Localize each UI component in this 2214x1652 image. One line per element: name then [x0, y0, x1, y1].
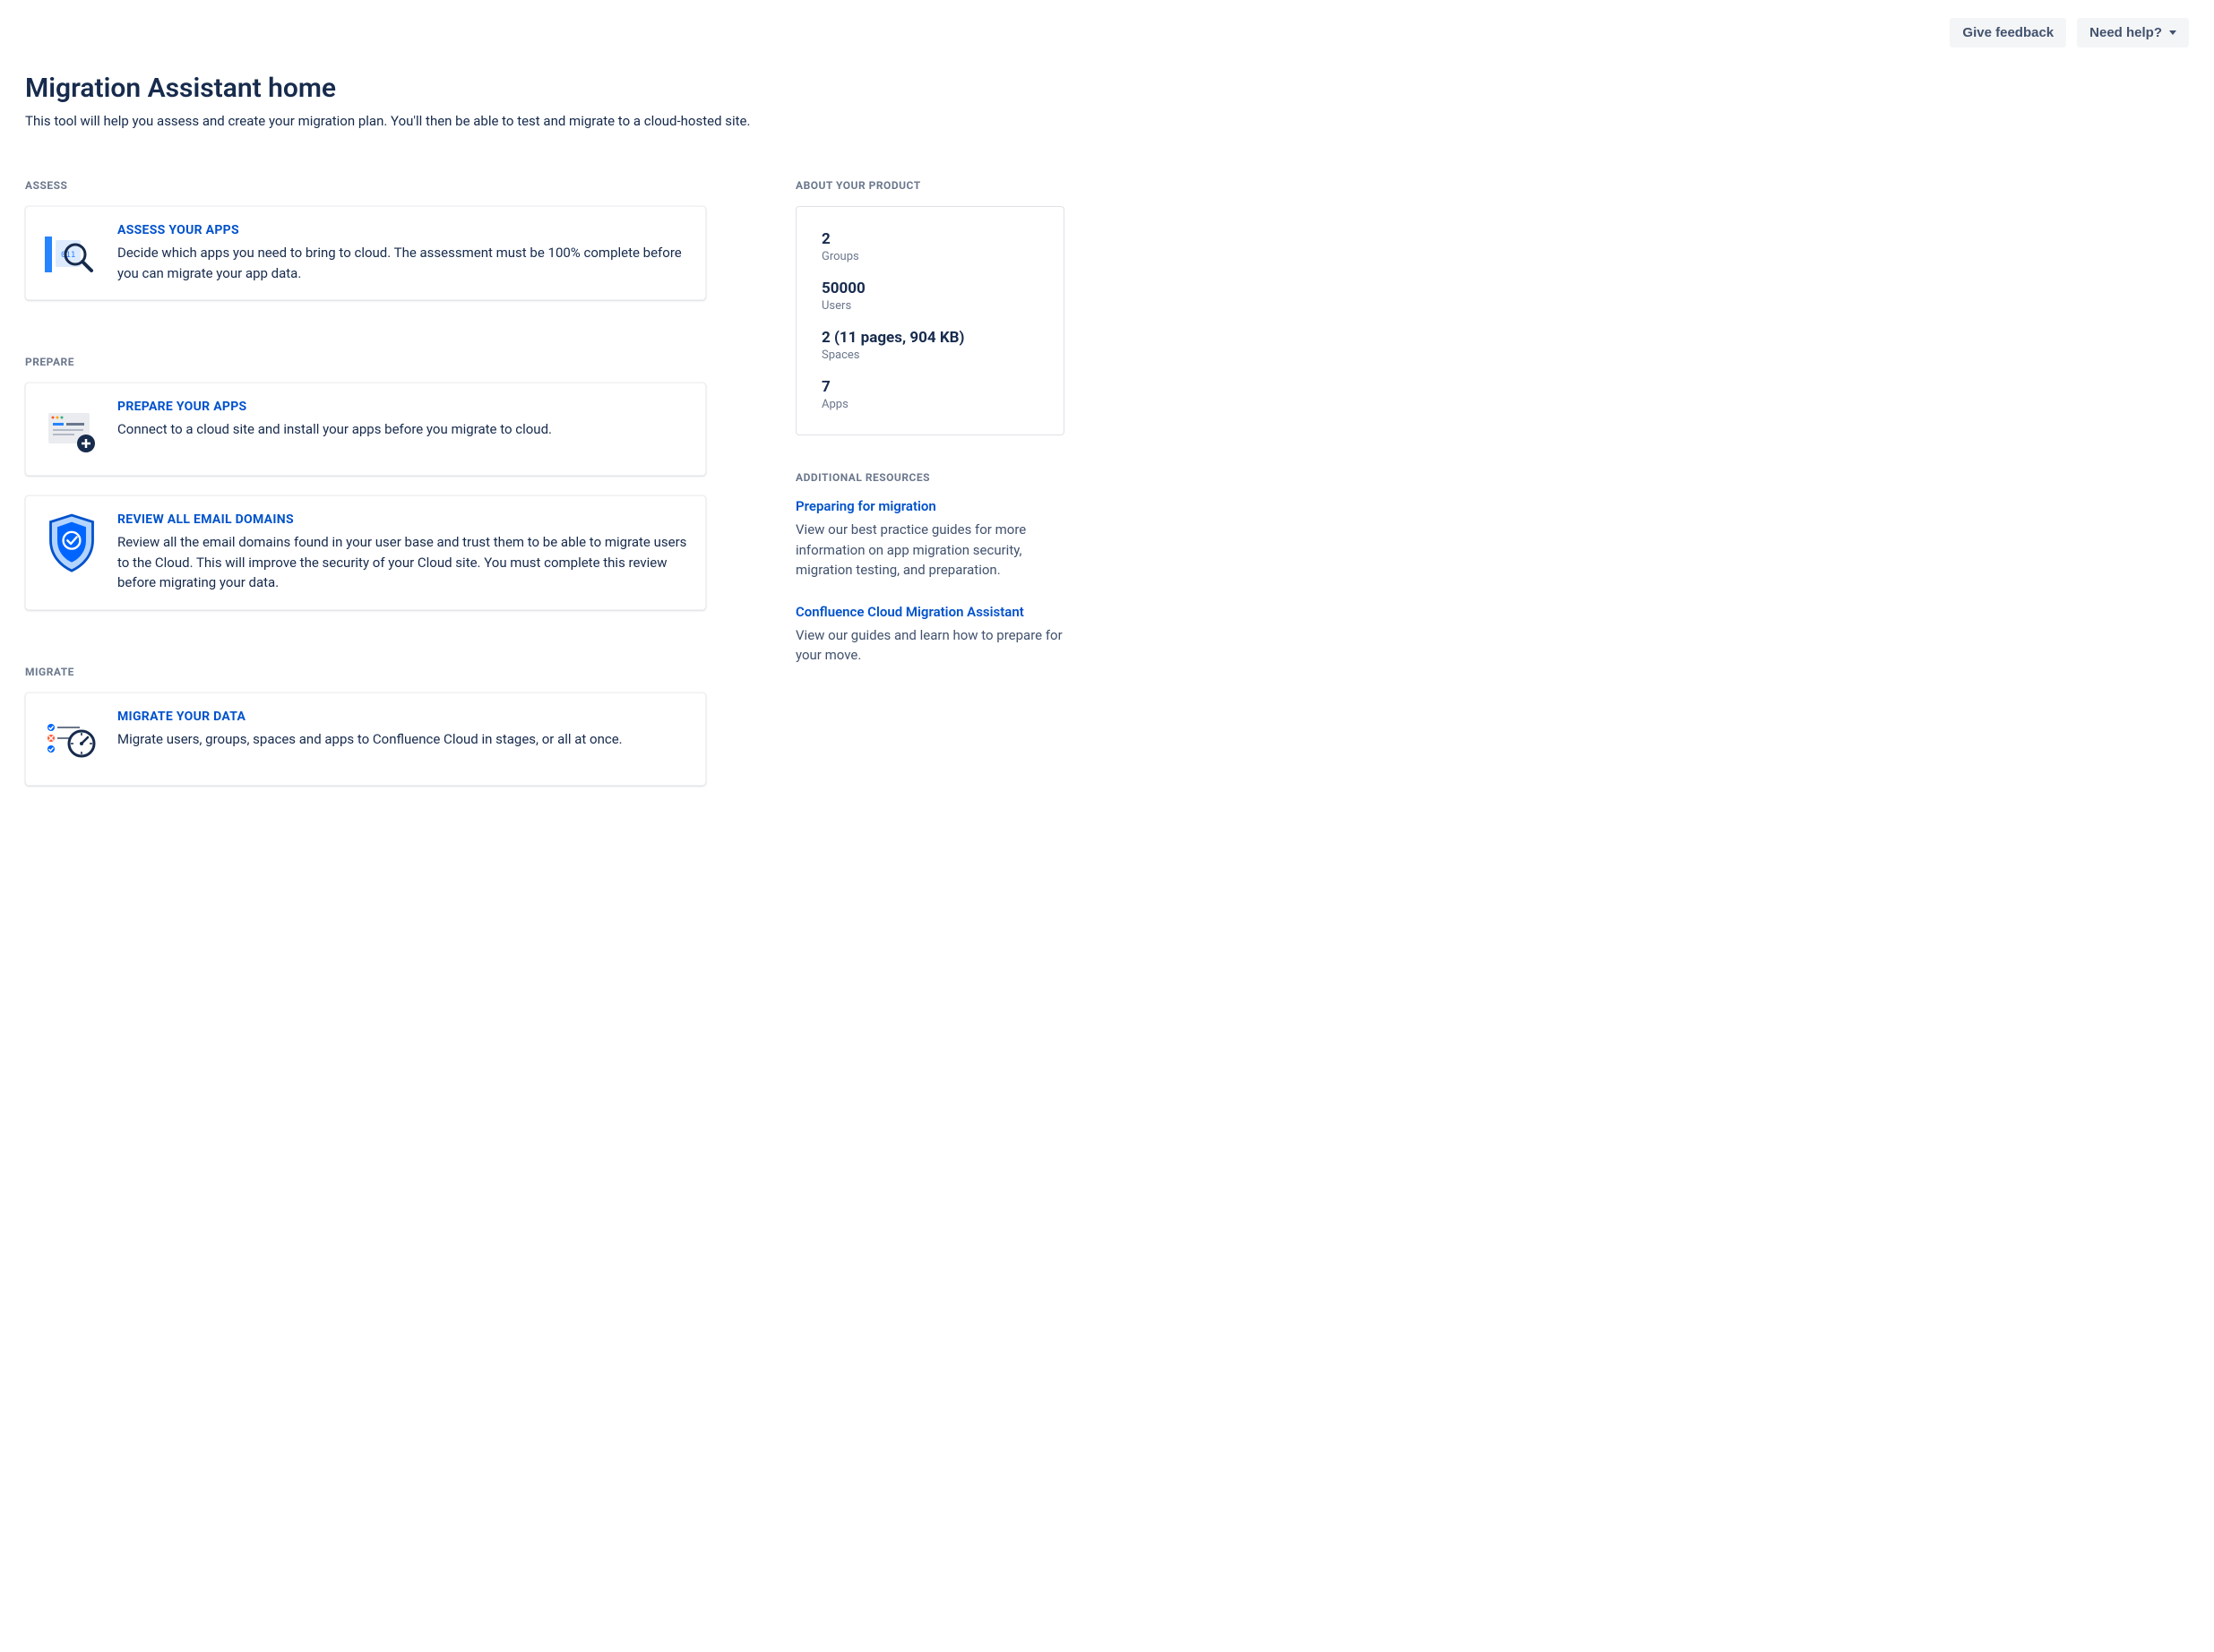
resource-link[interactable]: Preparing for migration [796, 498, 1064, 514]
main-layout: ASSESS 011 ASSESS YOUR APPS Decide which… [25, 172, 2189, 805]
resource-desc: View our best practice guides for more i… [796, 520, 1064, 581]
card-desc: Decide which apps you need to bring to c… [117, 243, 687, 283]
resource-preparing-for-migration: Preparing for migration View our best pr… [796, 498, 1064, 581]
page-title: Migration Assistant home [25, 73, 2189, 104]
resource-desc: View our guides and learn how to prepare… [796, 625, 1064, 666]
resource-ccma: Confluence Cloud Migration Assistant Vie… [796, 604, 1064, 666]
button-label: Need help? [2089, 25, 2162, 40]
card-title: ASSESS YOUR APPS [117, 223, 687, 237]
card-assess-your-apps[interactable]: 011 ASSESS YOUR APPS Decide which apps y… [25, 206, 706, 300]
chevron-down-icon [2169, 30, 2176, 35]
card-body: PREPARE YOUR APPS Connect to a cloud sit… [117, 400, 687, 440]
main-column: ASSESS 011 ASSESS YOUR APPS Decide which… [25, 172, 706, 805]
card-body: MIGRATE YOUR DATA Migrate users, groups,… [117, 710, 687, 750]
stat-label: Groups [822, 250, 1038, 263]
need-help-button[interactable]: Need help? [2077, 18, 2189, 47]
migrate-data-icon [44, 713, 99, 769]
stat-spaces: 2 (11 pages, 904 KB) Spaces [822, 329, 1038, 362]
stat-label: Users [822, 299, 1038, 313]
stat-value: 2 [822, 230, 1038, 248]
stat-value: 2 (11 pages, 904 KB) [822, 329, 1038, 347]
card-review-email-domains[interactable]: REVIEW ALL EMAIL DOMAINS Review all the … [25, 495, 706, 610]
card-migrate-your-data[interactable]: MIGRATE YOUR DATA Migrate users, groups,… [25, 693, 706, 786]
section-label-migrate: MIGRATE [25, 666, 706, 678]
card-desc: Migrate users, groups, spaces and apps t… [117, 729, 687, 750]
section-label-assess: ASSESS [25, 179, 706, 192]
card-desc: Review all the email domains found in yo… [117, 532, 687, 593]
card-body: REVIEW ALL EMAIL DOMAINS Review all the … [117, 512, 687, 593]
stat-users: 50000 Users [822, 280, 1038, 313]
card-desc: Connect to a cloud site and install your… [117, 419, 687, 440]
about-label: ABOUT YOUR PRODUCT [796, 179, 1064, 192]
stat-groups: 2 Groups [822, 230, 1038, 263]
shield-icon [44, 516, 99, 572]
page-subtitle: This tool will help you assess and creat… [25, 113, 2189, 129]
stat-value: 50000 [822, 280, 1038, 297]
stat-label: Spaces [822, 348, 1038, 362]
card-title: MIGRATE YOUR DATA [117, 710, 687, 724]
stat-apps: 7 Apps [822, 378, 1038, 411]
svg-text:011: 011 [61, 251, 75, 260]
card-body: ASSESS YOUR APPS Decide which apps you n… [117, 223, 687, 283]
section-label-prepare: PREPARE [25, 356, 706, 368]
stat-value: 7 [822, 378, 1038, 396]
stat-label: Apps [822, 398, 1038, 411]
resources-label: ADDITIONAL RESOURCES [796, 471, 1064, 484]
prepare-apps-icon [44, 403, 99, 459]
card-title: PREPARE YOUR APPS [117, 400, 687, 414]
side-column: ABOUT YOUR PRODUCT 2 Groups 50000 Users … [796, 172, 1064, 689]
about-product-card: 2 Groups 50000 Users 2 (11 pages, 904 KB… [796, 206, 1064, 435]
assess-apps-icon: 011 [44, 227, 99, 282]
card-title: REVIEW ALL EMAIL DOMAINS [117, 512, 687, 527]
top-bar: Give feedback Need help? [25, 18, 2189, 47]
button-label: Give feedback [1962, 25, 2054, 40]
resource-link[interactable]: Confluence Cloud Migration Assistant [796, 604, 1064, 620]
card-prepare-your-apps[interactable]: PREPARE YOUR APPS Connect to a cloud sit… [25, 383, 706, 476]
give-feedback-button[interactable]: Give feedback [1950, 18, 2066, 47]
